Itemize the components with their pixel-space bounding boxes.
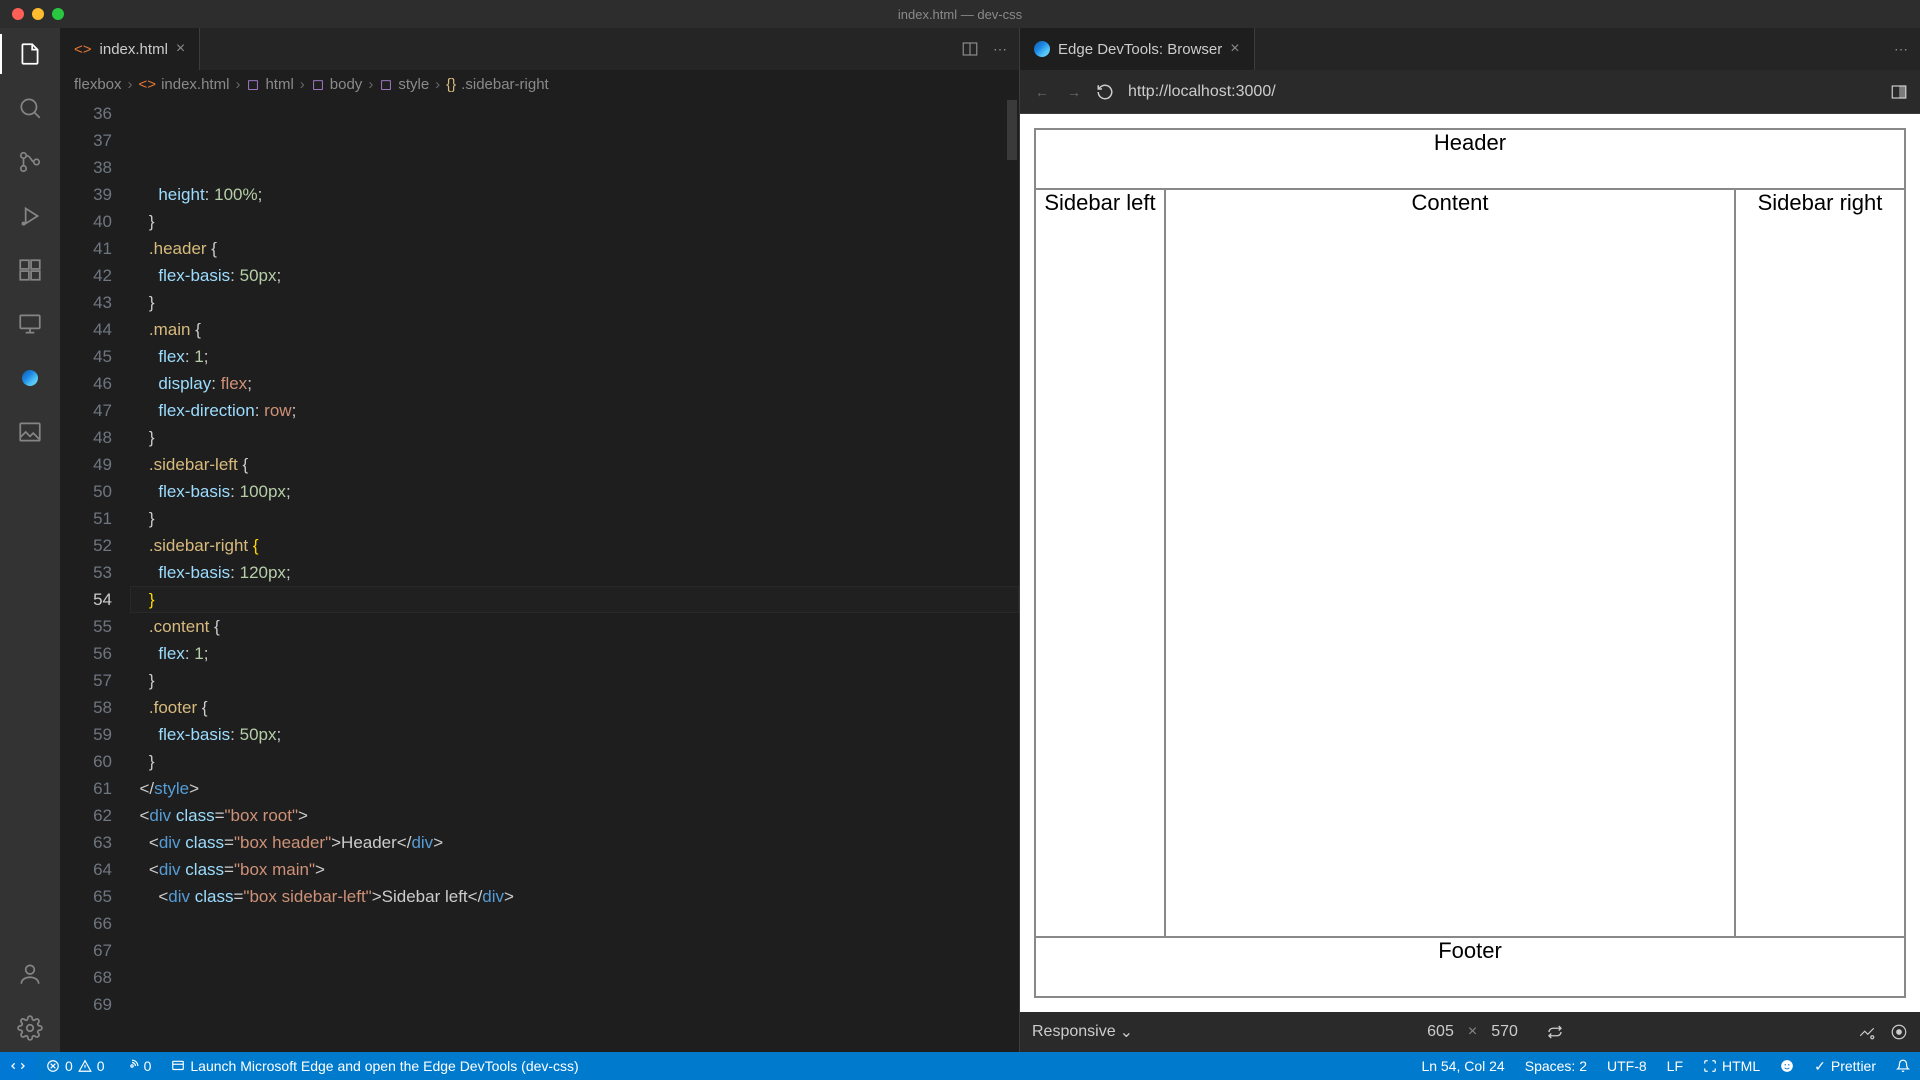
prettier-status[interactable]: ✓ Prettier (1804, 1052, 1886, 1080)
code-editor-group: <> index.html × ⋯ flexbox › <>index.html (60, 28, 1020, 1052)
more-actions-icon[interactable]: ⋯ (993, 41, 1007, 58)
minimize-window-button[interactable] (32, 8, 44, 20)
language-mode[interactable]: HTML (1693, 1052, 1770, 1080)
preview-header: Header (1035, 129, 1905, 189)
reload-icon[interactable] (1096, 83, 1116, 101)
encoding[interactable]: UTF-8 (1597, 1052, 1657, 1080)
edge-icon (1034, 41, 1050, 57)
symbol-icon (379, 78, 393, 92)
close-tab-icon[interactable]: × (1230, 40, 1239, 58)
tab-label: index.html (100, 41, 168, 58)
browser-toolbar: ← → http://localhost:3000/ (1020, 70, 1920, 114)
html-file-icon: <> (74, 41, 92, 58)
breadcrumbs[interactable]: flexbox › <>index.html › html › body › s… (60, 70, 1019, 100)
forward-icon[interactable]: → (1064, 84, 1084, 100)
explorer-icon[interactable] (16, 40, 44, 68)
close-tab-icon[interactable]: × (176, 40, 185, 58)
tweet-feedback-icon[interactable] (1770, 1052, 1804, 1080)
tab-index-html[interactable]: <> index.html × (60, 28, 200, 70)
screenshot-icon[interactable] (1858, 1023, 1876, 1041)
image-icon[interactable] (16, 418, 44, 446)
code-editor[interactable]: 3637383940414243444546474849505152535455… (60, 100, 1019, 1052)
indentation[interactable]: Spaces: 2 (1515, 1052, 1597, 1080)
breadcrumb-html[interactable]: html (246, 76, 293, 93)
breadcrumb-body[interactable]: body (311, 76, 363, 93)
code-lines[interactable]: height: 100%; } .header { flex-basis: 50… (130, 100, 1019, 1052)
split-editor-icon[interactable] (961, 40, 979, 58)
window-title: index.html — dev-css (898, 7, 1022, 22)
close-window-button[interactable] (12, 8, 24, 20)
check-icon: ✓ (1814, 1058, 1826, 1075)
devtools-tab-label: Edge DevTools: Browser (1058, 41, 1222, 58)
device-toolbar: Responsive ⌄ 605 × 570 (1020, 1012, 1920, 1052)
symbol-icon (246, 78, 260, 92)
back-icon[interactable]: ← (1032, 84, 1052, 100)
tab-edge-devtools[interactable]: Edge DevTools: Browser × (1020, 28, 1255, 70)
source-control-icon[interactable] (16, 148, 44, 176)
breadcrumb-selector[interactable]: {}.sidebar-right (446, 76, 549, 93)
workbench-body: <> index.html × ⋯ flexbox › <>index.html (0, 28, 1920, 1052)
editor-tabs: <> index.html × ⋯ (60, 28, 1019, 70)
dock-icon[interactable] (1890, 83, 1908, 101)
extensions-icon[interactable] (16, 256, 44, 284)
eol[interactable]: LF (1657, 1052, 1693, 1080)
address-bar[interactable]: http://localhost:3000/ (1128, 83, 1878, 101)
devtools-tabs: Edge DevTools: Browser × ⋯ (1020, 28, 1920, 70)
dimension-separator: × (1468, 1023, 1477, 1041)
preview-main: Sidebar left Content Sidebar right (1035, 189, 1905, 937)
maximize-window-button[interactable] (52, 8, 64, 20)
browser-preview[interactable]: Header Sidebar left Content Sidebar righ… (1020, 114, 1920, 1012)
remote-explorer-icon[interactable] (16, 310, 44, 338)
preview-sidebar-right: Sidebar right (1735, 189, 1905, 937)
preview-content: Content (1165, 189, 1735, 937)
vscode-window: index.html — dev-css (0, 0, 1920, 1080)
edge-tools-icon[interactable] (16, 364, 44, 392)
title-bar[interactable]: index.html — dev-css (0, 0, 1920, 28)
remote-indicator[interactable] (0, 1052, 36, 1080)
css-selector-icon: {} (446, 76, 456, 93)
preview-sidebar-left: Sidebar left (1035, 189, 1165, 937)
html-file-icon: <> (139, 76, 157, 93)
launch-edge-button[interactable]: Launch Microsoft Edge and open the Edge … (161, 1052, 588, 1080)
minimap[interactable] (1007, 100, 1017, 160)
breadcrumb-folder[interactable]: flexbox (74, 76, 122, 93)
symbol-icon (311, 78, 325, 92)
devtools-actions: ⋯ (1882, 28, 1920, 70)
notifications-icon[interactable] (1886, 1052, 1920, 1080)
activity-bar (0, 28, 60, 1052)
search-icon[interactable] (16, 94, 44, 122)
device-mode-select[interactable]: Responsive ⌄ (1032, 1022, 1133, 1042)
rotate-icon[interactable] (1546, 1023, 1564, 1041)
breadcrumb-style[interactable]: style (379, 76, 429, 93)
viewport-height-input[interactable]: 570 (1491, 1023, 1518, 1041)
run-debug-icon[interactable] (16, 202, 44, 230)
editor-area: <> index.html × ⋯ flexbox › <>index.html (60, 28, 1920, 1052)
accounts-icon[interactable] (16, 960, 44, 988)
preview-root: Header Sidebar left Content Sidebar righ… (1034, 128, 1906, 998)
settings-gear-icon[interactable] (16, 1014, 44, 1042)
viewport-width-input[interactable]: 605 (1427, 1023, 1454, 1041)
preview-footer: Footer (1035, 937, 1905, 997)
devtools-panel: Edge DevTools: Browser × ⋯ ← → http://lo… (1020, 28, 1920, 1052)
ports-indicator[interactable]: 0 (115, 1052, 162, 1080)
chevron-down-icon: ⌄ (1120, 1022, 1133, 1042)
breadcrumb-file[interactable]: <>index.html (139, 76, 230, 93)
inspect-icon[interactable] (1890, 1023, 1908, 1041)
problems-indicator[interactable]: 0 0 (36, 1052, 115, 1080)
line-number-gutter: 3637383940414243444546474849505152535455… (60, 100, 130, 1052)
status-bar: 0 0 0 Launch Microsoft Edge and open the… (0, 1052, 1920, 1080)
window-controls (0, 8, 64, 20)
editor-actions: ⋯ (949, 28, 1019, 70)
more-actions-icon[interactable]: ⋯ (1894, 41, 1908, 58)
cursor-position[interactable]: Ln 54, Col 24 (1411, 1052, 1514, 1080)
